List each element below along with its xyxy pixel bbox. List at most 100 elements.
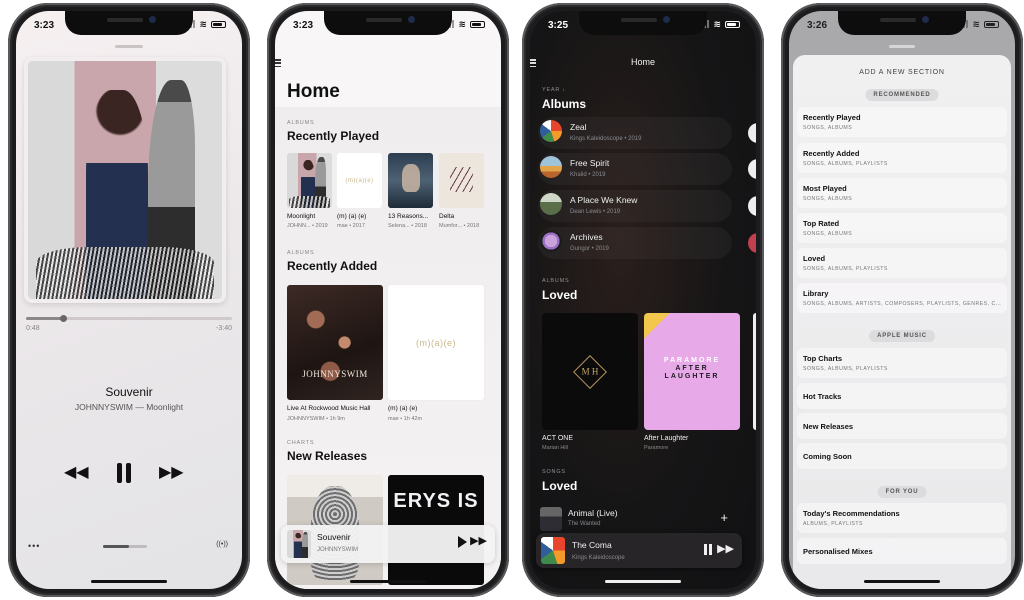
fast-forward-icon[interactable]: ▶▶ [159,461,184,485]
option-hot-tracks[interactable]: Hot Tracks [797,383,1007,409]
scrubber-knob[interactable] [60,315,68,322]
album-subtitle: mae • 1h 42m [388,416,423,422]
section-title-recently-added[interactable]: Recently Added [287,259,377,273]
fast-forward-icon[interactable]: ▶▶ [717,542,734,555]
album-row[interactable]: A Place We Knew Dean Lewis • 2019 [538,190,732,222]
option-loved[interactable]: Loved SONGS, ALBUMS, PLAYLISTS [797,248,1007,278]
album-art-text: (m)(a)(e) [345,177,374,184]
mini-player-title: The Coma [572,540,612,550]
option-top-rated[interactable]: Top Rated SONGS, ALBUMS [797,213,1007,243]
album-subtitle: Selena... • 2018 [388,223,427,229]
album-art-text: PARAMORE AFTER LAUGHTER [663,357,721,381]
mini-player[interactable]: The Coma Kings Kaleidoscope ▶▶ [536,533,742,568]
fast-forward-icon[interactable]: ▶▶ [470,534,487,547]
album-title: (m) (a) (e) [388,405,418,412]
album-subtitle: Dean Lewis • 2019 [570,209,621,215]
group-label-apple-music: APPLE MUSIC [869,330,935,342]
section-label: ALBUMS [542,278,570,284]
album-tile-after-laughter[interactable]: PARAMORE AFTER LAUGHTER [644,313,740,430]
album-tile-mae[interactable]: (m)(a)(e) [337,153,382,208]
mini-player[interactable]: Souvenir JOHNNYSWIM ▶▶ [281,525,495,563]
album-tile-delta[interactable] [439,153,484,208]
home-indicator[interactable] [605,580,681,583]
home-indicator[interactable] [91,580,167,583]
song-title: Souvenir [105,385,153,399]
play-icon[interactable] [458,536,467,548]
battery-icon [470,20,485,28]
add-icon[interactable]: + [720,510,728,525]
phone-home-dark: 3:25 ≋ Home YEAR ↓ Albums Zeal Kings Kal… [522,3,764,597]
album-subtitle: mae • 2017 [337,223,365,229]
header-title: Home [630,57,655,67]
carousel-peek [748,123,756,143]
playback-controls: ◀◀ ▶▶ [16,461,242,485]
add-section-screen: 3:26 ≋ ADD A NEW SECTION RECOMMENDED Rec… [789,11,1015,589]
album-art-text: JOHNNYSWIM [302,369,368,380]
album-subtitle: Khalid • 2019 [570,172,606,178]
wifi-icon: ≋ [713,19,721,29]
album-subtitle: Marian Hill [542,445,568,451]
section-label: ALBUMS [287,120,315,126]
menu-icon[interactable] [275,59,281,67]
camera-icon [408,16,415,23]
album-row[interactable]: Zeal Kings Kaleidoscope • 2019 [538,117,732,149]
option-coming-soon[interactable]: Coming Soon [797,443,1007,469]
dismiss-grabber[interactable] [115,45,143,48]
pause-icon[interactable] [704,544,712,555]
airplay-icon[interactable]: ((•)) [216,541,228,548]
add-section-sheet: ADD A NEW SECTION RECOMMENDED Recently P… [793,55,1011,589]
volume-slider[interactable] [103,545,147,548]
option-todays-recommendations[interactable]: Today's Recommendations ALBUMS, PLAYLISTS [797,503,1007,533]
status-time: 3:25 [548,20,569,31]
mini-player-artist: Kings Kaleidoscope [572,555,625,561]
song-artist-album: JOHNNYSWIM — Moonlight [74,402,184,412]
group-label-recommended: RECOMMENDED [865,89,939,101]
section-title-loved-albums[interactable]: Loved [542,288,577,302]
battery-icon [725,20,740,28]
album-tile-act-one[interactable]: M H [542,313,638,430]
pause-icon[interactable] [112,461,136,485]
album-cover [540,120,562,142]
album-tile-moonlight[interactable] [287,153,332,208]
album-title: Free Spirit [570,158,610,168]
phone-add-section: 3:26 ≋ ADD A NEW SECTION RECOMMENDED Rec… [781,3,1023,597]
album-tile-13-reasons[interactable] [388,153,433,208]
sheet-grabber[interactable] [889,45,915,48]
option-library[interactable]: Library SONGS, ALBUMS, ARTISTS, COMPOSERS… [797,283,1007,313]
album-title: Archives [570,232,603,242]
album-tile-live-at-rockwood[interactable]: JOHNNYSWIM [287,285,383,400]
option-recently-added[interactable]: Recently Added SONGS, ALBUMS, PLAYLISTS [797,143,1007,173]
rewind-icon[interactable]: ◀◀ [64,461,89,485]
status-time: 3:23 [34,20,55,31]
option-recently-played[interactable]: Recently Played SONGS, ALBUMS [797,107,1007,137]
option-top-charts[interactable]: Top Charts SONGS, ALBUMS, PLAYLISTS [797,348,1007,378]
home-indicator[interactable] [350,580,426,583]
album-subtitle: Kings Kaleidoscope • 2019 [570,136,642,142]
section-title-new-releases[interactable]: New Releases [287,449,367,463]
sort-label[interactable]: YEAR ↓ [542,87,566,93]
home-indicator[interactable] [864,580,940,583]
song-artist: The Wanted [568,521,601,527]
album-artwork [24,57,226,303]
volume-fill [103,545,130,548]
option-most-played[interactable]: Most Played SONGS, ALBUMS [797,178,1007,208]
section-label: ALBUMS [287,250,315,256]
more-options-icon[interactable]: ••• [28,541,40,551]
album-row[interactable]: Archives Gungor • 2019 [538,227,732,259]
mini-player-artwork [287,530,311,558]
song-row[interactable]: Animal (Live) The Wanted + [538,505,732,533]
section-title-albums[interactable]: Albums [542,97,586,111]
option-new-releases[interactable]: New Releases [797,413,1007,439]
album-tile-mae-large[interactable]: (m)(a)(e) [388,285,484,400]
album-row[interactable]: Free Spirit Khalid • 2019 [538,153,732,185]
section-title-loved-songs[interactable]: Loved [542,479,577,493]
album-subtitle: JOHNN... • 2019 [287,223,328,229]
section-title-recently-played[interactable]: Recently Played [287,129,379,143]
elapsed-time: 0:48 [26,325,40,332]
playback-scrubber[interactable] [26,315,232,322]
page-title: Home [287,81,340,102]
carousel-peek [753,313,756,430]
album-title: A Place We Knew [570,195,638,205]
album-title: 13 Reasons... [388,213,429,220]
option-personalised-mixes[interactable]: Personalised Mixes [797,538,1007,564]
